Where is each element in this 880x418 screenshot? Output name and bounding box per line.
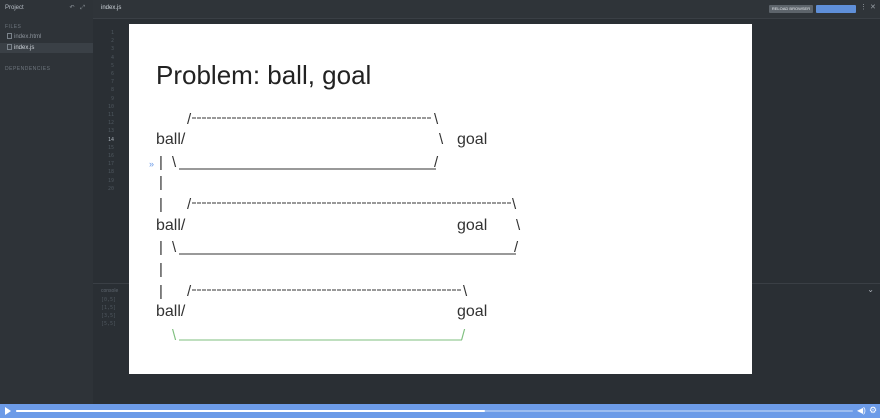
diagram3-bottom-backslash: \ — [172, 327, 177, 344]
pipe-connector: | — [159, 174, 163, 191]
diagram2-bottom-backslash: \ — [172, 239, 177, 256]
line-number: 17 — [107, 161, 114, 168]
diagram2-ball-label: ball/ — [156, 217, 186, 234]
line-number: 9 — [110, 95, 114, 102]
line-number: 6 — [110, 71, 114, 77]
progress-fill — [16, 410, 485, 412]
diagram1-top-slash: / — [187, 111, 192, 128]
file-name: index.js — [14, 45, 35, 51]
diagram2-pipe: | — [159, 196, 163, 213]
diagram1-goal-label: goal — [457, 131, 487, 148]
diagram1-bottom-backslash: \ — [172, 154, 177, 171]
sidebar-header: Project — [5, 5, 24, 11]
line-number: 3 — [110, 46, 114, 53]
diagram2-pipe-lower: | — [159, 239, 163, 256]
pipe-connector-2: | — [159, 261, 163, 278]
reload-browser-button[interactable]: RELOAD BROWSER — [769, 5, 813, 13]
chevron-down-icon[interactable]: ⌄ — [867, 285, 874, 294]
line-number: 7 — [110, 79, 114, 86]
diagram1-mid-backslash: \ — [439, 131, 444, 148]
line-number: 2 — [110, 38, 114, 45]
diagram1-marker: » — [149, 159, 154, 169]
slide-overlay: Problem: ball, goal / \ ball/\ goal» | \ / | | / \… — [129, 24, 752, 374]
diagram3-bottom-slash: / — [461, 327, 466, 344]
diagram2-mid-backslash: \ — [516, 217, 521, 234]
line-number: 4 — [110, 54, 114, 61]
line-number: 16 — [107, 153, 114, 159]
more-menu-icon[interactable]: ⋮ — [860, 3, 867, 11]
project-sidebar: Project ↶ ⤢ FILES index.html index.js DE… — [0, 0, 93, 404]
diagram3-top-slash: / — [187, 283, 192, 300]
diagram2-top-backslash: \ — [512, 196, 517, 213]
line-number: 8 — [110, 87, 114, 94]
line-number: 1 — [110, 30, 114, 36]
sidebar-file-index-html[interactable]: index.html — [0, 32, 93, 42]
file-name: index.html — [14, 34, 42, 40]
diagram1-pipe: | — [159, 154, 163, 171]
diagram2-goal-label: goal — [457, 217, 487, 234]
play-icon[interactable] — [5, 407, 11, 415]
line-number: 14 — [107, 136, 114, 143]
file-icon — [7, 33, 12, 40]
console-line: [3,5] — [101, 313, 117, 319]
diagram1-ball-label: ball/ — [156, 131, 186, 148]
progress-track[interactable] — [16, 410, 853, 412]
sidebar-file-index-js[interactable]: index.js — [0, 43, 93, 53]
volume-icon[interactable]: ◀) — [857, 406, 866, 415]
line-number: 5 — [110, 62, 114, 69]
files-section-label: FILES — [5, 24, 22, 30]
line-number: 20 — [107, 185, 114, 192]
diagram3-ball-label: ball/ — [156, 303, 186, 320]
diagram1-bottom-slash: / — [434, 154, 439, 171]
console-label: console — [101, 288, 119, 294]
diagram2-bottom-slash: / — [514, 239, 519, 256]
console-line: [0,5] — [101, 297, 117, 303]
editor-tab-bar: index.js RELOAD BROWSER ⋮ ✕ — [93, 0, 880, 19]
dependencies-section-label[interactable]: DEPENDENCIES — [5, 66, 50, 72]
line-number: 11 — [107, 112, 114, 118]
line-number: 12 — [107, 120, 114, 127]
line-number: 10 — [107, 103, 114, 110]
run-button[interactable] — [816, 5, 856, 13]
video-player-bar: ◀) ⚙ — [0, 404, 880, 418]
console-line: [5,5] — [101, 321, 117, 327]
ball-goal-diagram: / \ball/\ goal» | \/|| / \ball/goal \| \/|| / \bal… — [149, 111, 521, 344]
line-number: 18 — [107, 169, 114, 176]
tab-index-js[interactable]: index.js — [101, 5, 121, 11]
line-number: 15 — [107, 144, 114, 151]
file-icon — [7, 44, 12, 51]
diagram3-goal-label: goal — [457, 303, 487, 320]
sidebar-header-icons[interactable]: ↶ ⤢ — [70, 4, 88, 12]
gear-icon[interactable]: ⚙ — [869, 405, 877, 416]
line-number: 13 — [107, 128, 114, 135]
diagram2-top-slash: / — [187, 196, 192, 213]
diagram3-top-backslash: \ — [463, 283, 468, 300]
close-icon[interactable]: ✕ — [870, 3, 876, 11]
diagram1-top-backslash: \ — [434, 111, 439, 128]
line-number: 19 — [107, 177, 114, 184]
diagram3-pipe: | — [159, 283, 163, 300]
console-line: [1,5] — [101, 305, 117, 311]
